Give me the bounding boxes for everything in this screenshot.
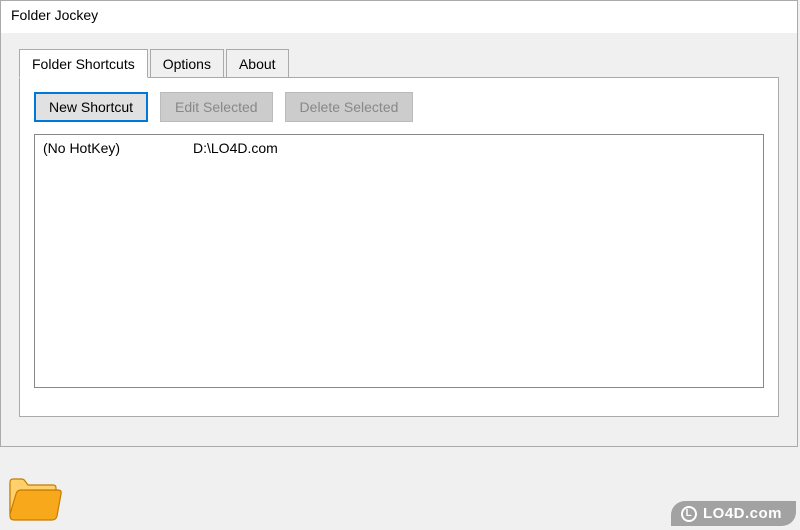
edit-selected-button[interactable]: Edit Selected [160,92,273,122]
app-window: Folder Jockey Folder Shortcuts Options A… [0,0,798,447]
shortcut-listbox[interactable]: (No HotKey) D:\LO4D.com [34,134,764,388]
tabpanel-folder-shortcuts: New Shortcut Edit Selected Delete Select… [19,77,779,417]
titlebar: Folder Jockey [1,1,797,33]
button-row: New Shortcut Edit Selected Delete Select… [34,92,764,122]
window-title: Folder Jockey [11,7,98,23]
watermark-text: LO4D.com [703,505,782,522]
list-item-path: D:\LO4D.com [193,140,755,156]
list-item-hotkey: (No HotKey) [43,140,193,156]
footer-area: L LO4D.com [0,447,800,530]
tab-about[interactable]: About [226,49,289,77]
tab-label: About [239,56,276,72]
tab-label: Options [163,56,211,72]
tab-label: Folder Shortcuts [32,56,135,72]
tab-row: Folder Shortcuts Options About [19,49,779,77]
tab-options[interactable]: Options [150,49,224,77]
delete-selected-button[interactable]: Delete Selected [285,92,414,122]
watermark-badge-icon: L [681,506,697,522]
open-folder-icon [6,474,62,524]
tab-folder-shortcuts[interactable]: Folder Shortcuts [19,49,148,78]
watermark: L LO4D.com [671,501,796,526]
list-item[interactable]: (No HotKey) D:\LO4D.com [43,139,755,157]
new-shortcut-button[interactable]: New Shortcut [34,92,148,122]
client-area: Folder Shortcuts Options About New Short… [1,33,797,446]
